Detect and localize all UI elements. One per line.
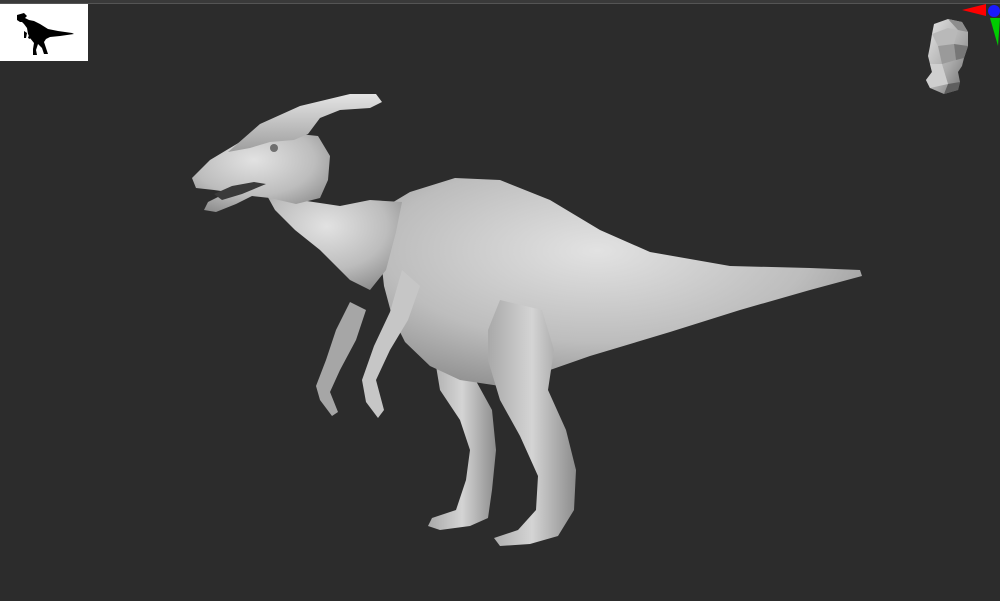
model-thumbnail[interactable] [0,4,88,61]
axis-gizmo[interactable] [962,4,1000,48]
3d-viewport[interactable] [0,0,1000,601]
dinosaur-silhouette-icon [17,13,74,55]
far-arm [316,302,366,416]
z-axis-dot [988,5,1000,17]
body [380,178,862,386]
dinosaur-sculpt [192,94,862,546]
top-divider [0,0,1000,4]
far-leg [428,360,496,530]
axis-gizmo-icon [962,4,1000,46]
neck [265,192,402,290]
parasaurolophus-model[interactable] [170,80,880,560]
x-axis-arrow [962,4,986,16]
y-axis-arrow [990,18,1000,46]
eye [270,144,278,152]
